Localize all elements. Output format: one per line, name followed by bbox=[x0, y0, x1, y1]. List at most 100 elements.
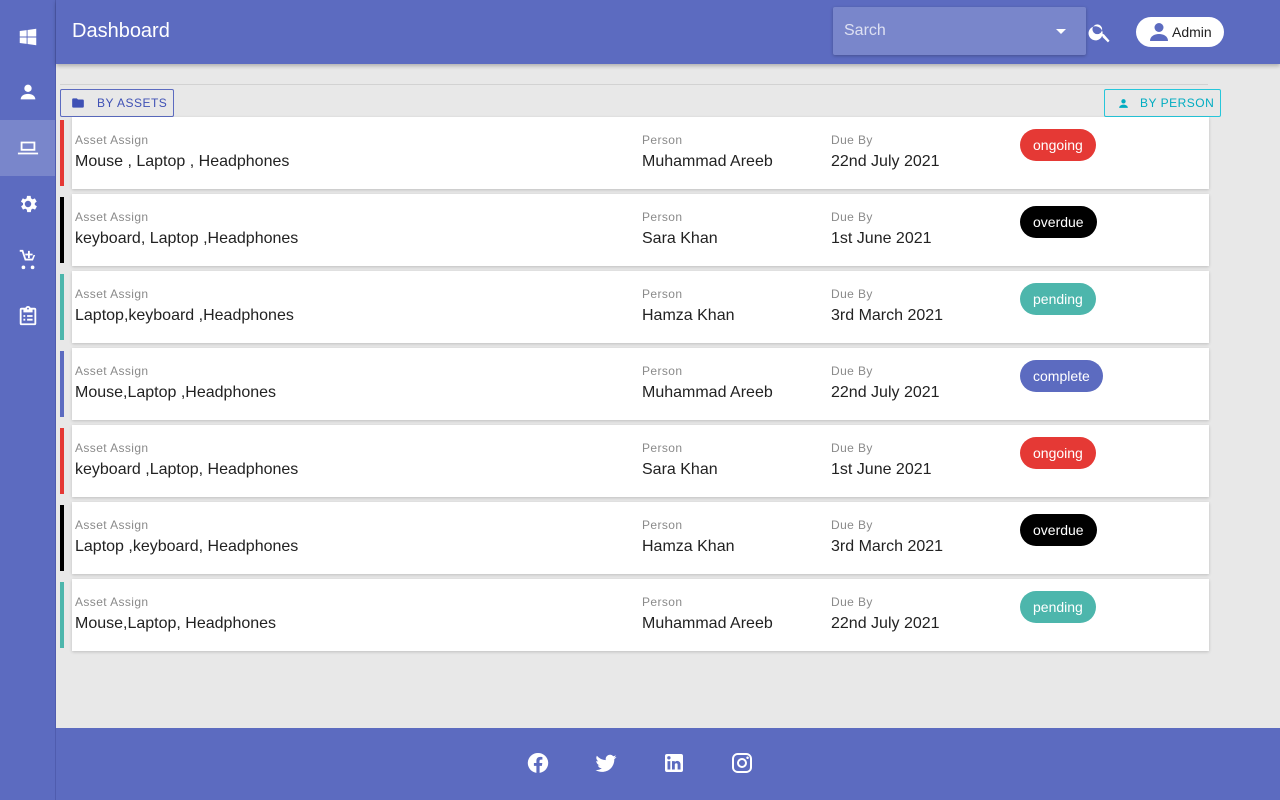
user-menu-button[interactable]: Admin bbox=[1136, 17, 1224, 47]
linkedin-link[interactable] bbox=[662, 751, 686, 775]
assignment-card[interactable]: Asset Assign keyboard ,Laptop, Headphone… bbox=[72, 425, 1209, 497]
status-accent-bar bbox=[60, 582, 64, 648]
person-value: Muhammad Areeb bbox=[642, 153, 773, 170]
person-value: Hamza Khan bbox=[642, 307, 735, 324]
asset-label: Asset Assign bbox=[75, 518, 149, 532]
laptop-icon bbox=[17, 141, 38, 155]
by-assets-button[interactable]: BY ASSETS bbox=[60, 89, 174, 117]
person-label: Person bbox=[642, 210, 683, 224]
due-label: Due By bbox=[831, 441, 873, 455]
top-app-bar: Dashboard Admin bbox=[56, 0, 1280, 64]
assignment-row[interactable]: Asset Assign Mouse , Laptop , Headphones… bbox=[60, 117, 1210, 189]
divider bbox=[60, 84, 1208, 85]
status-accent-bar bbox=[60, 505, 64, 571]
assignment-card[interactable]: Asset Assign keyboard, Laptop ,Headphone… bbox=[72, 194, 1209, 266]
twitter-link[interactable] bbox=[594, 751, 618, 775]
assignment-row[interactable]: Asset Assign Laptop ,keyboard, Headphone… bbox=[60, 502, 1210, 574]
asset-value: Laptop,keyboard ,Headphones bbox=[75, 307, 294, 324]
assignment-card[interactable]: Asset Assign Laptop,keyboard ,Headphones… bbox=[72, 271, 1209, 343]
person-icon bbox=[1119, 98, 1128, 108]
due-value: 22nd July 2021 bbox=[831, 615, 940, 632]
search-icon bbox=[1088, 24, 1110, 43]
assignment-card[interactable]: Asset Assign Mouse,Laptop, Headphones Pe… bbox=[72, 579, 1209, 651]
person-label: Person bbox=[642, 133, 683, 147]
status-accent-bar bbox=[60, 274, 64, 340]
user-name: Admin bbox=[1172, 24, 1212, 40]
person-label: Person bbox=[642, 287, 683, 301]
status-accent-bar bbox=[60, 428, 64, 494]
asset-label: Asset Assign bbox=[75, 210, 149, 224]
folder-icon bbox=[72, 98, 84, 108]
status-badge[interactable]: overdue bbox=[1020, 514, 1097, 546]
sidebar-item-reports[interactable] bbox=[0, 288, 55, 344]
person-value: Sara Khan bbox=[642, 230, 718, 247]
status-badge[interactable]: complete bbox=[1020, 360, 1103, 392]
person-value: Sara Khan bbox=[642, 461, 718, 478]
status-badge[interactable]: pending bbox=[1020, 591, 1096, 623]
windows-icon bbox=[19, 28, 36, 46]
asset-label: Asset Assign bbox=[75, 364, 149, 378]
due-label: Due By bbox=[831, 133, 873, 147]
assignment-row[interactable]: Asset Assign keyboard ,Laptop, Headphone… bbox=[60, 425, 1210, 497]
search-input[interactable] bbox=[833, 7, 1053, 55]
search-button[interactable] bbox=[1087, 19, 1113, 45]
sidebar-item-settings[interactable] bbox=[0, 176, 55, 232]
account-icon bbox=[1150, 23, 1168, 41]
person-icon bbox=[20, 84, 35, 100]
assignment-card[interactable]: Asset Assign Mouse , Laptop , Headphones… bbox=[72, 117, 1209, 189]
footer bbox=[56, 728, 1280, 800]
instagram-link[interactable] bbox=[730, 751, 754, 775]
status-badge[interactable]: pending bbox=[1020, 283, 1096, 315]
instagram-icon bbox=[732, 753, 752, 773]
linkedin-icon bbox=[665, 754, 683, 772]
by-assets-label: BY ASSETS bbox=[97, 96, 168, 110]
status-badge[interactable]: overdue bbox=[1020, 206, 1097, 238]
due-value: 22nd July 2021 bbox=[831, 153, 940, 170]
page-title: Dashboard bbox=[72, 20, 170, 42]
person-value: Muhammad Areeb bbox=[642, 615, 773, 632]
assignment-row[interactable]: Asset Assign Mouse,Laptop, Headphones Pe… bbox=[60, 579, 1210, 651]
person-value: Muhammad Areeb bbox=[642, 384, 773, 401]
status-accent-bar bbox=[60, 120, 64, 186]
dropdown-arrow-icon[interactable] bbox=[1056, 29, 1066, 34]
assignment-row[interactable]: Asset Assign Laptop,keyboard ,Headphones… bbox=[60, 271, 1210, 343]
status-badge[interactable]: ongoing bbox=[1020, 437, 1096, 469]
sidebar-item-assets[interactable] bbox=[0, 120, 55, 176]
status-badge[interactable]: ongoing bbox=[1020, 129, 1096, 161]
person-label: Person bbox=[642, 518, 683, 532]
by-person-label: BY PERSON bbox=[1140, 96, 1215, 110]
facebook-link[interactable] bbox=[526, 751, 550, 775]
cart-icon bbox=[19, 249, 35, 270]
person-label: Person bbox=[642, 595, 683, 609]
person-label: Person bbox=[642, 364, 683, 378]
asset-value: Mouse,Laptop, Headphones bbox=[75, 615, 277, 632]
asset-label: Asset Assign bbox=[75, 287, 149, 301]
asset-label: Asset Assign bbox=[75, 133, 149, 147]
sidebar-item-cart[interactable] bbox=[0, 232, 55, 288]
due-value: 1st June 2021 bbox=[831, 461, 932, 478]
assignment-row[interactable]: Asset Assign keyboard, Laptop ,Headphone… bbox=[60, 194, 1210, 266]
sidebar bbox=[0, 0, 56, 800]
due-label: Due By bbox=[831, 364, 873, 378]
sidebar-item-users[interactable] bbox=[0, 64, 55, 120]
sidebar-item-windows[interactable] bbox=[0, 9, 55, 65]
asset-label: Asset Assign bbox=[75, 441, 149, 455]
asset-value: Mouse , Laptop , Headphones bbox=[75, 153, 290, 170]
search-field[interactable] bbox=[833, 7, 1086, 55]
assignment-card[interactable]: Asset Assign Mouse,Laptop ,Headphones Pe… bbox=[72, 348, 1209, 420]
assignment-row[interactable]: Asset Assign Mouse,Laptop ,Headphones Pe… bbox=[60, 348, 1210, 420]
due-value: 3rd March 2021 bbox=[831, 307, 944, 324]
asset-value: keyboard ,Laptop, Headphones bbox=[75, 461, 299, 478]
twitter-icon bbox=[595, 754, 617, 772]
person-value: Hamza Khan bbox=[642, 538, 735, 555]
person-label: Person bbox=[642, 441, 683, 455]
due-value: 22nd July 2021 bbox=[831, 384, 940, 401]
asset-value: Laptop ,keyboard, Headphones bbox=[75, 538, 299, 555]
clipboard-icon bbox=[19, 305, 36, 326]
by-person-button[interactable]: BY PERSON bbox=[1104, 89, 1221, 117]
assignment-card[interactable]: Asset Assign Laptop ,keyboard, Headphone… bbox=[72, 502, 1209, 574]
asset-value: Mouse,Laptop ,Headphones bbox=[75, 384, 277, 401]
status-accent-bar bbox=[60, 197, 64, 263]
due-label: Due By bbox=[831, 287, 873, 301]
gear-icon bbox=[20, 195, 37, 213]
